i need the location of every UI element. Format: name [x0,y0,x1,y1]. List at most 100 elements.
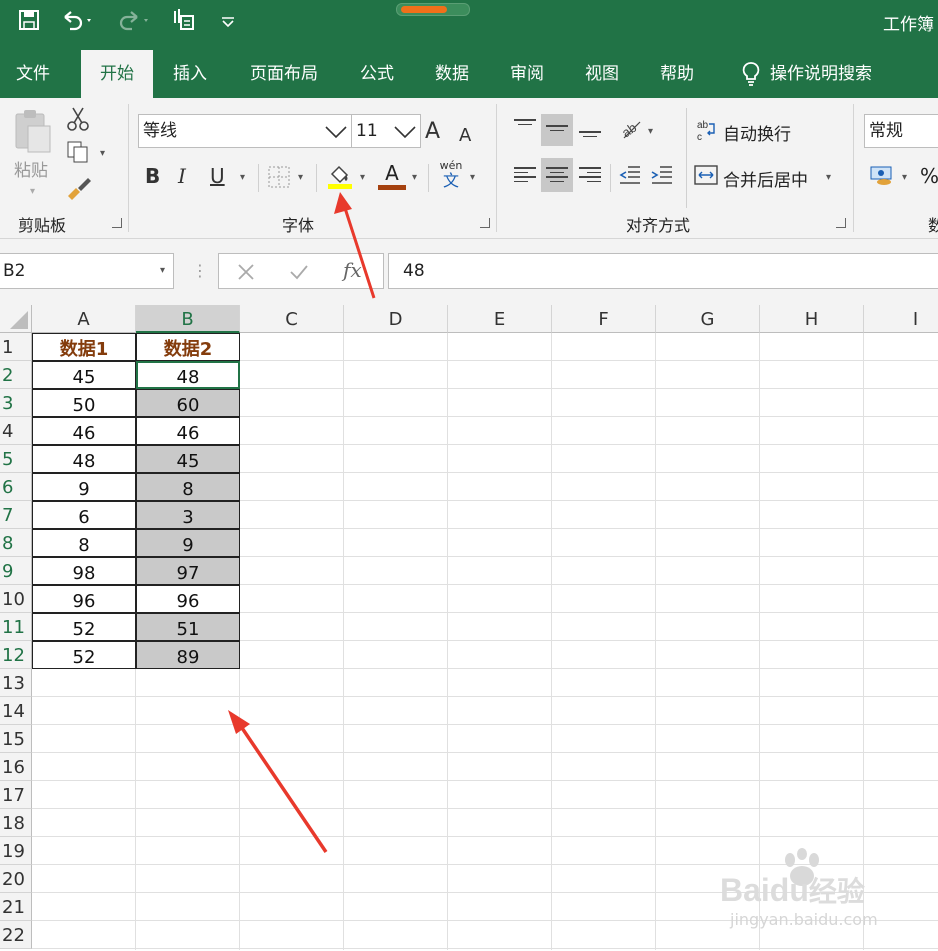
orientation-icon[interactable]: ab [619,118,644,144]
paste-label[interactable]: 粘贴 [14,156,48,181]
align-center-icon[interactable] [546,164,568,185]
fill-color-icon[interactable] [326,162,354,194]
underline-dropdown-icon[interactable]: ▾ [240,172,245,183]
column-header-i[interactable]: I [864,305,938,333]
undo-icon[interactable] [60,8,94,40]
cell-b6[interactable]: 8 [136,473,240,501]
row-header-3[interactable]: 3 [0,389,32,417]
column-header-f[interactable]: F [552,305,656,333]
phonetic-guide-icon[interactable]: wén 文 [436,160,466,190]
accounting-dropdown-icon[interactable]: ▾ [902,172,907,183]
row-header-11[interactable]: 11 [0,613,32,641]
column-header-e[interactable]: E [448,305,552,333]
wrap-text-icon[interactable]: ab c [696,118,718,146]
scissors-icon[interactable] [66,106,90,136]
font-color-icon[interactable]: A [378,162,406,190]
row-header-7[interactable]: 7 [0,501,32,529]
border-dropdown-icon[interactable]: ▾ [298,172,303,183]
row-header-21[interactable]: 21 [0,893,32,921]
orientation-dropdown-icon[interactable]: ▾ [648,126,653,137]
tab-file[interactable]: 文件 [0,50,66,98]
tab-help[interactable]: 帮助 [645,50,709,98]
column-header-h[interactable]: H [760,305,864,333]
cell-b4[interactable]: 46 [136,417,240,445]
formula-input[interactable]: 48 [388,253,938,289]
row-header-19[interactable]: 19 [0,837,32,865]
row-header-5[interactable]: 5 [0,445,32,473]
cell-b5[interactable]: 45 [136,445,240,473]
copy-icon[interactable] [66,140,92,168]
align-right-icon[interactable] [579,164,601,185]
wrap-text-button[interactable]: 自动换行 [723,120,791,145]
cell-a3[interactable]: 50 [32,389,136,417]
tab-formulas[interactable]: 公式 [345,50,409,98]
row-header-1[interactable]: 1 [0,333,32,361]
row-header-18[interactable]: 18 [0,809,32,837]
merge-center-button[interactable]: 合并后居中 [723,166,808,191]
cell-b11[interactable]: 51 [136,613,240,641]
touch-mode-icon[interactable] [172,8,196,41]
align-left-icon[interactable] [514,164,536,185]
cell-a8[interactable]: 8 [32,529,136,557]
header-cell-a1[interactable]: 数据1 [32,333,136,361]
row-header-13[interactable]: 13 [0,669,32,697]
cell-a10[interactable]: 96 [32,585,136,613]
row-header-17[interactable]: 17 [0,781,32,809]
row-header-12[interactable]: 12 [0,641,32,669]
row-header-9[interactable]: 9 [0,557,32,585]
select-all-button[interactable] [0,305,32,333]
merge-dropdown-icon[interactable]: ▾ [826,172,831,183]
cell-b9[interactable]: 97 [136,557,240,585]
column-header-d[interactable]: D [344,305,448,333]
clipboard-launcher-icon[interactable] [112,218,122,228]
paste-icon[interactable] [12,108,54,158]
tab-page-layout[interactable]: 页面布局 [236,50,332,98]
bottom-align-icon[interactable] [579,128,601,140]
cell-a9[interactable]: 98 [32,557,136,585]
column-header-a[interactable]: A [32,305,136,333]
column-header-b[interactable]: B [136,305,240,333]
cell-a6[interactable]: 9 [32,473,136,501]
format-painter-icon[interactable] [66,176,92,204]
tell-me-search[interactable]: 操作说明搜索 [770,50,890,98]
redo-icon[interactable] [115,8,149,40]
row-header-15[interactable]: 15 [0,725,32,753]
enter-icon[interactable] [289,263,309,281]
cell-a12[interactable]: 52 [32,641,136,669]
customize-qat-icon[interactable] [220,8,236,40]
cell-a7[interactable]: 6 [32,501,136,529]
tab-review[interactable]: 审阅 [495,50,559,98]
font-name-select[interactable]: 等线 [138,114,352,148]
cell-b7[interactable]: 3 [136,501,240,529]
middle-align-icon[interactable] [546,122,568,134]
increase-indent-icon[interactable] [650,164,674,190]
decrease-indent-icon[interactable] [618,164,642,190]
row-header-22[interactable]: 22 [0,921,32,949]
cell-b10[interactable]: 96 [136,585,240,613]
row-header-2[interactable]: 2 [0,361,32,389]
row-header-8[interactable]: 8 [0,529,32,557]
tab-data[interactable]: 数据 [420,50,484,98]
header-cell-b1[interactable]: 数据2 [136,333,240,361]
font-size-select[interactable]: 11 [351,114,421,148]
cell-a2[interactable]: 45 [32,361,136,389]
copy-dropdown-icon[interactable]: ▾ [100,148,105,159]
grow-font-button[interactable]: A [425,120,440,144]
cell-b3[interactable]: 60 [136,389,240,417]
tab-view[interactable]: 视图 [570,50,634,98]
alignment-launcher-icon[interactable] [836,218,846,228]
cell-a11[interactable]: 52 [32,613,136,641]
number-format-select[interactable]: 常规 [864,114,938,148]
top-align-icon[interactable] [514,116,536,128]
lightbulb-icon[interactable] [735,50,767,98]
cell-a4[interactable]: 46 [32,417,136,445]
row-header-10[interactable]: 10 [0,585,32,613]
tab-insert[interactable]: 插入 [158,50,222,98]
fill-color-dropdown-icon[interactable]: ▾ [360,172,365,183]
row-header-4[interactable]: 4 [0,417,32,445]
paste-dropdown-icon[interactable]: ▾ [30,186,35,197]
border-icon[interactable] [268,166,290,192]
percent-style-button[interactable]: % [920,164,938,188]
cancel-icon[interactable] [237,263,255,281]
tab-home[interactable]: 开始 [81,50,153,98]
